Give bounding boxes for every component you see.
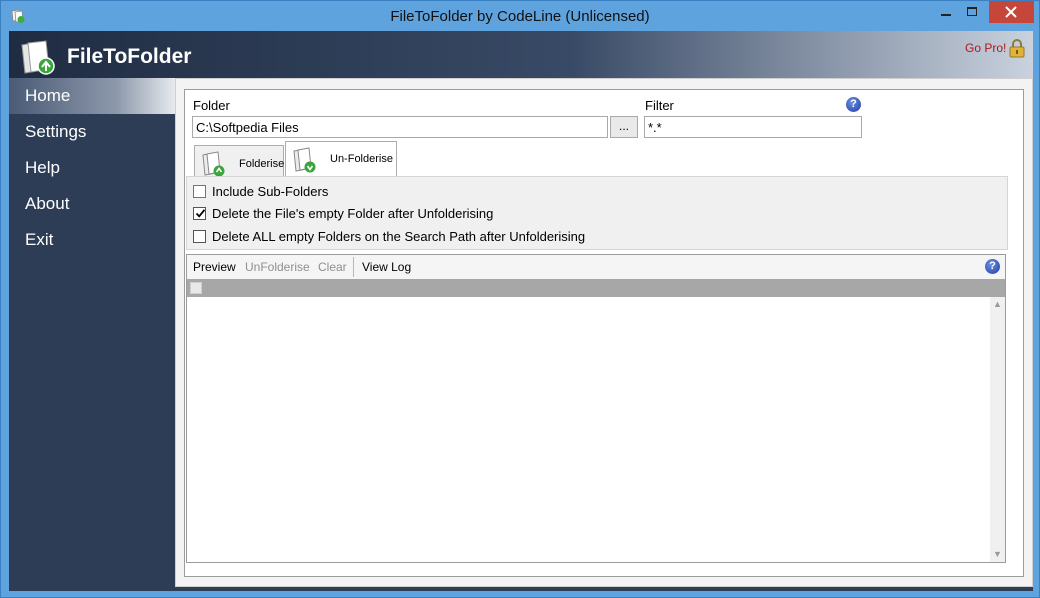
grid-header — [187, 279, 1005, 297]
include-subfolders-checkbox[interactable] — [193, 185, 206, 198]
client-area: FileToFolder Go Pro! Home Settings Help … — [9, 31, 1033, 591]
include-subfolders-label: Include Sub-Folders — [212, 184, 329, 199]
app-header: FileToFolder Go Pro! — [9, 31, 1033, 78]
close-icon — [1005, 6, 1017, 18]
view-log-button[interactable]: View Log — [362, 260, 411, 274]
folder-label: Folder — [193, 98, 230, 113]
sidebar-item-settings[interactable]: Settings — [9, 114, 175, 150]
select-all-checkbox[interactable] — [190, 282, 202, 294]
close-button[interactable] — [989, 1, 1034, 23]
tab-folderise-label: Folderise — [239, 158, 285, 170]
minimize-button[interactable] — [933, 1, 959, 23]
log-toolbar: Preview UnFolderise Clear View Log ? — [187, 255, 1005, 279]
sidebar-item-exit[interactable]: Exit — [9, 222, 175, 258]
sidebar-item-help[interactable]: Help — [9, 150, 175, 186]
filter-input[interactable] — [644, 116, 862, 138]
clear-button[interactable]: Clear — [318, 260, 347, 274]
delete-empty-folder-label: Delete the File's empty Folder after Unf… — [212, 206, 494, 221]
preview-button[interactable]: Preview — [193, 260, 236, 274]
unfolderise-button[interactable]: UnFolderise — [245, 260, 310, 274]
help-icon[interactable]: ? — [846, 97, 861, 112]
folder-logo-icon — [21, 40, 55, 75]
sidebar: Home Settings Help About Exit — [9, 78, 175, 591]
lock-icon[interactable] — [1009, 38, 1025, 58]
sidebar-item-home[interactable]: Home — [9, 78, 175, 114]
browse-button[interactable]: ... — [610, 116, 638, 138]
log-help-icon[interactable]: ? — [985, 259, 1000, 274]
sidebar-item-about[interactable]: About — [9, 186, 175, 222]
filter-label: Filter — [645, 98, 674, 113]
go-pro-link[interactable]: Go Pro! — [965, 41, 1006, 55]
vertical-scrollbar[interactable]: ▲ ▼ — [990, 297, 1005, 562]
content-panel: Folder ... Filter ? Folderise — [184, 89, 1024, 577]
maximize-button[interactable] — [959, 1, 986, 23]
tab-un-folderise-label: Un-Folderise — [330, 153, 393, 165]
app-window: FileToFolder by CodeLine (Unlicensed) Fi… — [0, 0, 1040, 598]
delete-all-empty-folders-label: Delete ALL empty Folders on the Search P… — [212, 229, 586, 244]
title-bar: FileToFolder by CodeLine (Unlicensed) — [1, 1, 1039, 31]
toolbar-divider — [353, 257, 354, 277]
main-panel: Folder ... Filter ? Folderise — [175, 78, 1033, 587]
window-title: FileToFolder by CodeLine (Unlicensed) — [390, 8, 650, 25]
folderise-icon — [202, 151, 225, 177]
minimize-icon — [941, 14, 951, 16]
tab-un-folderise[interactable]: Un-Folderise — [285, 141, 397, 177]
maximize-icon — [967, 7, 977, 16]
delete-all-empty-folders-checkbox[interactable] — [193, 230, 206, 243]
scroll-up-icon[interactable]: ▲ — [993, 299, 1002, 309]
folder-input[interactable] — [192, 116, 608, 138]
app-name: FileToFolder — [67, 45, 192, 68]
options-panel: Include Sub-Folders Delete the File's em… — [186, 176, 1008, 250]
delete-empty-folder-checkbox[interactable] — [193, 207, 206, 220]
scroll-down-icon[interactable]: ▼ — [993, 549, 1002, 559]
un-folderise-icon — [293, 147, 316, 173]
log-panel: Preview UnFolderise Clear View Log ? ▲ ▼ — [186, 254, 1006, 563]
check-icon — [195, 209, 206, 218]
